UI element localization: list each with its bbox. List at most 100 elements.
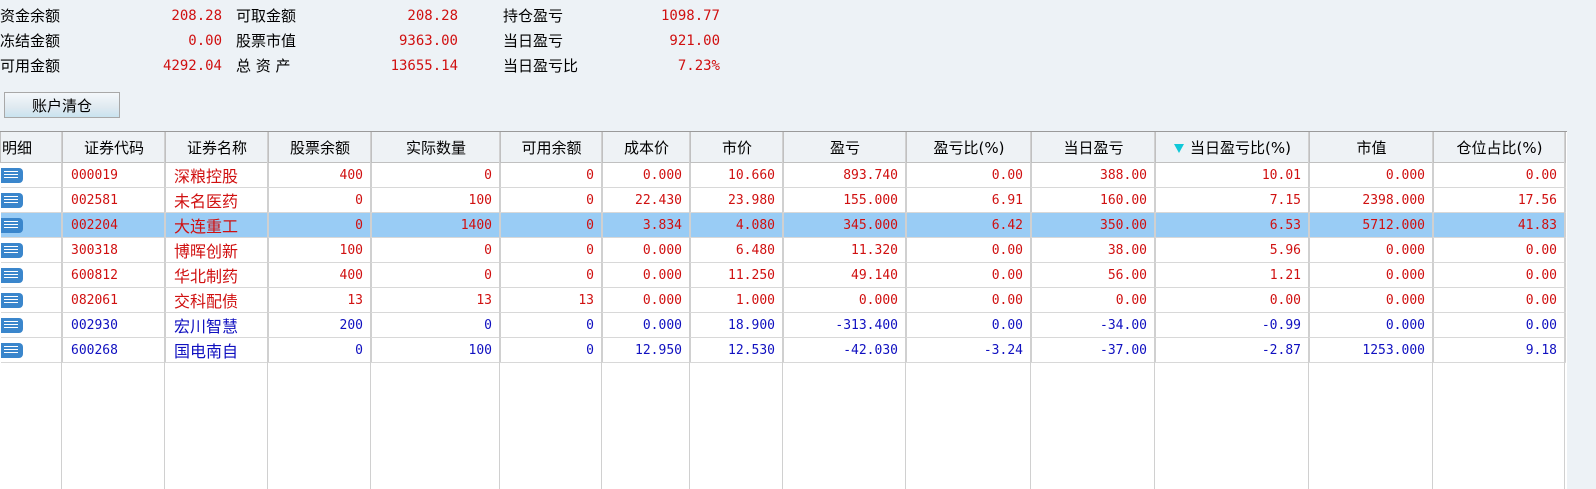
sort-desc-icon <box>1174 143 1185 153</box>
grid-line <box>1564 132 1565 489</box>
column-header[interactable]: 证券代码 <box>62 132 166 163</box>
table-cell: 6.53 <box>1155 212 1310 238</box>
table-cell: 345.000 <box>783 212 907 238</box>
table-cell: 22.430 <box>602 187 691 213</box>
detail-list-icon[interactable] <box>0 167 23 183</box>
positions-table: 明细 证券代码 证券名称 股票余额 实际数量 可用余额 成本价 市价 盈亏 盈亏比(%) 当日盈亏 当… <box>0 131 1567 489</box>
table-cell: 0 <box>500 237 603 263</box>
column-header[interactable]: 明细 <box>0 132 63 163</box>
column-header-label: 明细 <box>2 138 33 157</box>
table-row[interactable]: 002204 大连重工 0 1400 0 3.834 4.080 345.000 6.42 350… <box>0 212 1566 238</box>
detail-cell[interactable] <box>0 212 63 238</box>
table-row[interactable]: 082061 交科配债 13 13 13 0.000 1.000 0.000 0.00 0.00 0… <box>0 287 1566 313</box>
grid-line <box>1432 132 1433 489</box>
detail-cell[interactable] <box>0 287 63 313</box>
column-header[interactable]: 实际数量 <box>371 132 501 163</box>
table-cell: 17.56 <box>1433 187 1566 213</box>
detail-list-icon[interactable] <box>0 192 23 208</box>
grid-line <box>601 132 602 489</box>
summary-label: 可用金额 <box>0 57 61 75</box>
table-cell: 0.000 <box>1309 162 1434 188</box>
summary-value: 921.00 <box>669 33 720 49</box>
table-row[interactable]: 002581 未名医药 0 100 0 22.430 23.980 155.000 6.91 16… <box>0 187 1566 213</box>
column-header[interactable]: 当日盈亏比(%) <box>1155 132 1310 163</box>
table-cell: -42.030 <box>783 337 907 363</box>
table-cell: 11.320 <box>783 237 907 263</box>
table-cell: 0.000 <box>1309 237 1434 263</box>
table-cell: 0.00 <box>906 287 1032 313</box>
table-cell: 0.00 <box>1433 162 1566 188</box>
table-cell: 002930 <box>62 312 166 338</box>
table-cell: 华北制药 <box>165 262 269 288</box>
table-cell: 0.000 <box>1309 287 1434 313</box>
summary-label: 冻结金额 <box>0 32 61 50</box>
detail-cell[interactable] <box>0 312 63 338</box>
table-cell: 400 <box>268 162 372 188</box>
table-cell: 0.00 <box>1433 312 1566 338</box>
detail-list-icon[interactable] <box>0 292 23 308</box>
table-cell: 0 <box>371 162 501 188</box>
detail-cell[interactable] <box>0 162 63 188</box>
detail-cell[interactable] <box>0 237 63 263</box>
summary-value: 7.23% <box>677 58 720 74</box>
detail-list-icon[interactable] <box>0 242 23 258</box>
detail-list-icon[interactable] <box>0 217 23 233</box>
column-header[interactable]: 盈亏比(%) <box>906 132 1032 163</box>
table-cell: 0.00 <box>1433 262 1566 288</box>
column-header-label: 市值 <box>1356 138 1387 157</box>
column-header[interactable]: 市值 <box>1309 132 1434 163</box>
table-cell: 0.00 <box>1433 237 1566 263</box>
table-cell: 0 <box>371 237 501 263</box>
table-cell: 0 <box>268 212 372 238</box>
clear-account-button[interactable]: 账户清仓 <box>4 92 120 118</box>
grid-line <box>499 132 500 489</box>
column-header-label: 股票余额 <box>289 138 350 157</box>
table-row[interactable]: 002930 宏川智慧 200 0 0 0.000 18.900 -313.400 0.00 -3… <box>0 312 1566 338</box>
detail-cell[interactable] <box>0 187 63 213</box>
column-header[interactable]: 股票余额 <box>268 132 372 163</box>
column-header[interactable]: 盈亏 <box>783 132 907 163</box>
table-cell: 12.530 <box>690 337 784 363</box>
table-row[interactable]: 300318 博晖创新 100 0 0 0.000 6.480 11.320 0.00 38.00… <box>0 237 1566 263</box>
detail-list-icon[interactable] <box>0 342 23 358</box>
table-row[interactable]: 600812 华北制药 400 0 0 0.000 11.250 49.140 0.00 56.0… <box>0 262 1566 288</box>
table-cell: 0 <box>500 337 603 363</box>
column-header[interactable]: 可用余额 <box>500 132 603 163</box>
table-row[interactable]: 000019 深粮控股 400 0 0 0.000 10.660 893.740 0.00 388… <box>0 162 1566 188</box>
column-header-label: 证券名称 <box>186 138 247 157</box>
table-cell: 国电南自 <box>165 337 269 363</box>
detail-list-icon[interactable] <box>0 317 23 333</box>
detail-cell[interactable] <box>0 337 63 363</box>
detail-list-icon[interactable] <box>0 267 23 283</box>
summary-label: 总 资 产 <box>236 57 291 75</box>
table-cell: 0.000 <box>602 162 691 188</box>
summary-label: 当日盈亏比 <box>503 57 579 75</box>
column-header[interactable]: 当日盈亏 <box>1031 132 1156 163</box>
summary-label: 当日盈亏 <box>503 32 564 50</box>
table-cell: 6.42 <box>906 212 1032 238</box>
table-cell: 0 <box>500 262 603 288</box>
table-cell: 0.000 <box>783 287 907 313</box>
column-header[interactable]: 市价 <box>690 132 784 163</box>
summary-value: 208.28 <box>171 8 222 24</box>
table-cell: 893.740 <box>783 162 907 188</box>
table-cell: 0.000 <box>602 287 691 313</box>
summary-value: 9363.00 <box>398 33 458 49</box>
table-cell: 交科配债 <box>165 287 269 313</box>
table-cell: 600268 <box>62 337 166 363</box>
grid-line <box>782 132 783 489</box>
table-row[interactable]: 600268 国电南自 0 100 0 12.950 12.530 -42.030 -3.24-… <box>0 337 1566 363</box>
column-header[interactable]: 成本价 <box>602 132 691 163</box>
table-cell: 7.15 <box>1155 187 1310 213</box>
table-cell: -3.24 <box>906 337 1032 363</box>
detail-cell[interactable] <box>0 262 63 288</box>
column-header-label: 可用余额 <box>521 138 582 157</box>
column-header[interactable]: 仓位占比(%) <box>1433 132 1566 163</box>
column-header-label: 当日盈亏比(%) <box>1190 138 1291 157</box>
table-cell: 1.000 <box>690 287 784 313</box>
table-cell: -34.00 <box>1031 312 1156 338</box>
table-cell: 100 <box>268 237 372 263</box>
summary-value: 1098.77 <box>660 8 720 24</box>
table-cell: 0 <box>371 312 501 338</box>
column-header[interactable]: 证券名称 <box>165 132 269 163</box>
